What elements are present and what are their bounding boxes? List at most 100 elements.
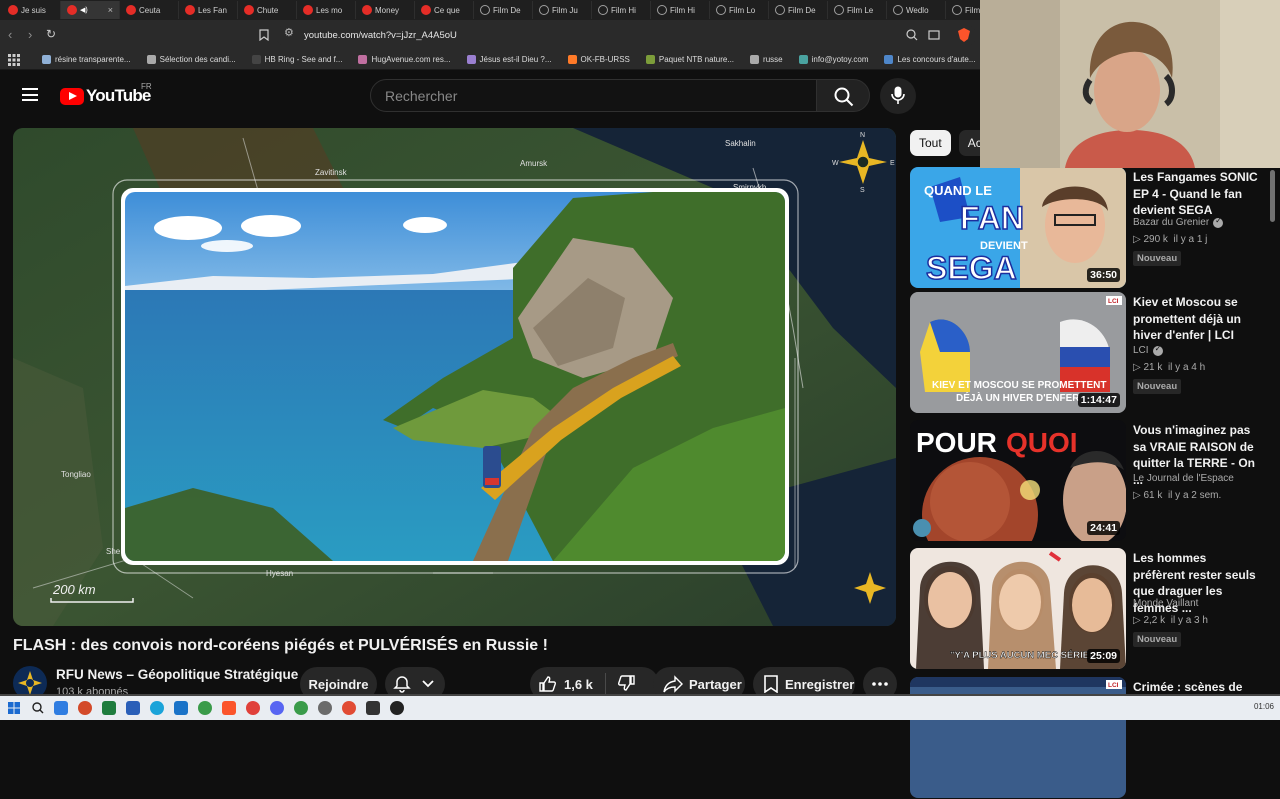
taskbar-app-icon[interactable] [78, 701, 92, 715]
browser-tab[interactable]: Film Lo [710, 1, 769, 19]
bookmark-item[interactable]: russe [744, 55, 793, 64]
new-badge: Nouveau [1133, 632, 1182, 647]
recommendation-channel[interactable]: Bazar du Grenier [1133, 216, 1224, 228]
channel-label: LCI [1133, 345, 1149, 356]
recommendation-card[interactable]: LCI KIEV ET MOSCOU SE PROMETTENT DÉJÀ UN H… [910, 292, 1270, 414]
chrome-icon[interactable] [198, 701, 212, 715]
browser-tab[interactable]: Ceuta [120, 1, 179, 19]
brave-shield-icon[interactable] [957, 27, 971, 43]
youtube-logo[interactable]: YouTube [60, 86, 151, 106]
recommendation-card[interactable]: QUAND LE FAN DEVIENT SEGA 36:50 Les Fangames … [910, 167, 1270, 289]
brave-icon[interactable] [222, 701, 236, 715]
tab-title: Film Le [847, 5, 874, 15]
bookmark-item[interactable]: Les concours d'aute... [878, 55, 985, 64]
bookmark-label: Paquet NTB nature... [658, 55, 735, 64]
bookmark-page-icon[interactable] [259, 29, 269, 41]
recommendation-title[interactable]: Kiev et Moscou se promettent déjà un hiv… [1133, 294, 1259, 344]
recommendation-channel[interactable]: LCI [1133, 344, 1163, 356]
browser-tab[interactable]: Film Hi [592, 1, 651, 19]
youtube-icon [421, 5, 431, 15]
microphone-icon [891, 86, 905, 104]
film-icon [775, 5, 785, 15]
taskbar-app-icon[interactable] [366, 701, 380, 715]
video-frame: Zavitinsk Amursk Sakhalin Smirnykh Tongl… [13, 128, 896, 626]
browser-tab[interactable]: Je suis [2, 1, 61, 19]
recommendation-title[interactable]: Les Fangames SONIC EP 4 - Quand le fan d… [1133, 169, 1259, 219]
browser-tab[interactable]: ◀) × [61, 1, 120, 19]
like-button[interactable]: 1,6 k [530, 675, 593, 693]
view-count: 290 k [1143, 234, 1168, 245]
bookmark-item[interactable]: info@yotoy.com [793, 55, 879, 64]
video-thumbnail[interactable]: POUR QUOI 24:41 [910, 420, 1126, 541]
video-player[interactable]: Zavitinsk Amursk Sakhalin Smirnykh Tongl… [13, 128, 896, 626]
bookmark-item[interactable]: Jésus est-il Dieu ?... [461, 55, 562, 64]
forward-icon[interactable]: › [28, 27, 32, 42]
browser-tab[interactable]: Money [356, 1, 415, 19]
bookmark-item[interactable]: HugAvenue.com res... [352, 55, 460, 64]
recommendation-channel[interactable]: Monde Vaillant [1133, 598, 1198, 609]
bookmark-item[interactable]: Paquet NTB nature... [640, 55, 744, 64]
bookmark-favicon-icon [750, 55, 760, 64]
browser-tab[interactable]: Film Le [828, 1, 887, 19]
browser-tab[interactable]: Film De [474, 1, 533, 19]
taskbar-app-icon[interactable] [54, 701, 68, 715]
browser-tab[interactable]: Ce que [415, 1, 474, 19]
url-field[interactable]: youtube.com/watch?v=jJzr_A4A5oU [276, 25, 976, 46]
filter-chip[interactable]: Tout [910, 130, 951, 156]
sidebar-scrollbar[interactable] [1270, 170, 1275, 222]
word-icon[interactable] [126, 701, 140, 715]
menu-icon[interactable] [22, 88, 38, 101]
back-icon[interactable]: ‹ [8, 27, 12, 42]
edge-icon[interactable] [150, 701, 164, 715]
excel-icon[interactable] [102, 701, 116, 715]
browser-tab[interactable]: Film De [769, 1, 828, 19]
taskbar-app-icon[interactable] [342, 701, 356, 715]
reload-icon[interactable]: ↻ [46, 27, 56, 41]
browser-tab[interactable]: Les mo [297, 1, 356, 19]
search-button[interactable] [816, 79, 870, 112]
zoom-icon[interactable] [906, 29, 918, 41]
join-label: Rejoindre [308, 676, 369, 692]
recommendation-card[interactable]: "Y'A PLUS AUCUN MEC SÉRIEUX" 25:09 Les hom… [910, 548, 1270, 670]
views-icon: ▷ [1133, 362, 1144, 373]
youtube-icon [185, 5, 195, 15]
youtube-icon [303, 5, 313, 15]
close-icon[interactable]: × [108, 5, 113, 15]
voice-search-button[interactable] [880, 78, 916, 114]
channel-name[interactable]: RFU News – Géopolitique Stratégique [56, 667, 298, 682]
bookmark-item[interactable]: OK-FB-URSS [562, 55, 640, 64]
apps-grid-icon[interactable] [8, 53, 20, 66]
site-settings-icon[interactable]: ⚙ [284, 26, 294, 39]
search-input[interactable]: Rechercher [370, 79, 817, 112]
browser-tab[interactable]: Wedlo [887, 1, 946, 19]
dislike-button[interactable] [606, 674, 636, 695]
bookmark-item[interactable]: Sélection des candi... [141, 55, 246, 64]
video-thumbnail[interactable]: LCI KIEV ET MOSCOU SE PROMETTENT DÉJÀ UN H… [910, 292, 1126, 413]
speaker-icon[interactable]: ◀) [80, 6, 88, 14]
channel-label: Bazar du Grenier [1133, 217, 1210, 228]
recommendation-channel[interactable]: Le Journal de l'Espace [1133, 473, 1234, 484]
browser-tab[interactable]: Film Ju [533, 1, 592, 19]
taskbar-app-icon[interactable] [390, 701, 404, 715]
taskbar-app-icon[interactable] [318, 701, 332, 715]
bookmark-favicon-icon [567, 55, 577, 64]
bookmark-label: Jésus est-il Dieu ?... [479, 55, 552, 64]
map-scale-label: 200 km [52, 582, 96, 597]
chrome-icon[interactable] [294, 701, 308, 715]
cast-icon[interactable] [928, 29, 940, 41]
thumb-text: POUR [916, 427, 997, 458]
taskbar-app-icon[interactable] [246, 701, 260, 715]
taskbar-search-icon[interactable] [32, 702, 44, 714]
recommendation-card[interactable]: POUR QUOI 24:41 Vous n'imaginez pas sa VRAI… [910, 420, 1270, 542]
windows-start-icon[interactable] [8, 702, 20, 714]
video-thumbnail[interactable]: QUAND LE FAN DEVIENT SEGA 36:50 [910, 167, 1126, 288]
browser-tab[interactable]: Chute [238, 1, 297, 19]
browser-tab[interactable]: Les Fan [179, 1, 238, 19]
bookmark-item[interactable]: HB Ring - See and f... [246, 55, 353, 64]
bookmark-item[interactable]: résine transparente... [36, 55, 141, 64]
discord-icon[interactable] [270, 701, 284, 715]
outlook-icon[interactable] [174, 701, 188, 715]
map-label-zavitinsk: Zavitinsk [315, 168, 348, 177]
browser-tab[interactable]: Film Hi [651, 1, 710, 19]
video-thumbnail[interactable]: "Y'A PLUS AUCUN MEC SÉRIEUX" 25:09 [910, 548, 1126, 669]
